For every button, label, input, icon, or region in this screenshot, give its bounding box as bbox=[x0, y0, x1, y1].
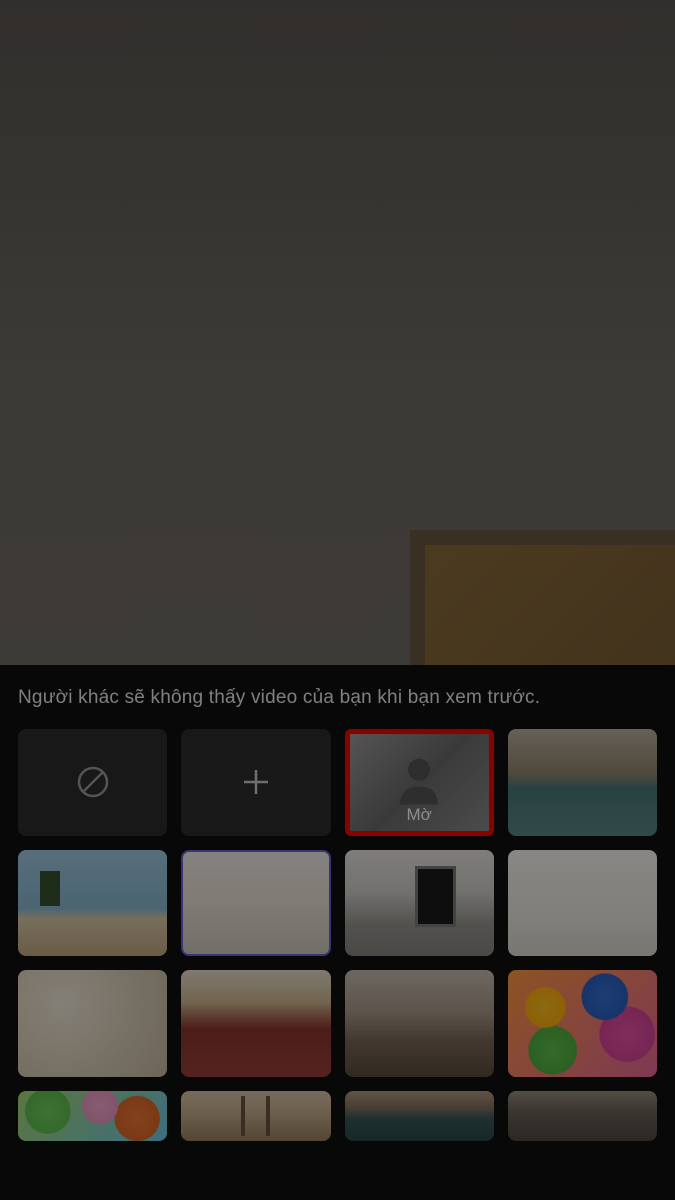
none-icon bbox=[75, 764, 111, 800]
preview-notice: Người khác sẽ không thấy video của bạn k… bbox=[18, 687, 657, 709]
bg-library-room-tile[interactable] bbox=[345, 1091, 494, 1141]
background-add-tile[interactable] bbox=[181, 729, 330, 836]
bg-balloons-party-tile[interactable] bbox=[18, 1091, 167, 1141]
bg-lounge-red-tile[interactable] bbox=[181, 970, 330, 1077]
camera-preview bbox=[0, 0, 675, 665]
bg-classroom-tile[interactable] bbox=[508, 1091, 657, 1141]
person-silhouette-icon bbox=[392, 751, 446, 805]
plus-icon bbox=[238, 764, 274, 800]
background-blur-tile[interactable]: Mờ bbox=[345, 729, 494, 836]
background-grid-partial bbox=[18, 1091, 657, 1141]
bg-loft-interior-tile[interactable] bbox=[345, 970, 494, 1077]
bg-mirror-room-tile[interactable] bbox=[345, 850, 494, 957]
bg-beach-palms-tile[interactable] bbox=[18, 850, 167, 957]
blur-label: Mờ bbox=[406, 805, 431, 825]
background-picker-panel: Người khác sẽ không thấy video của bạn k… bbox=[0, 665, 675, 1200]
bg-balloons-colorful-tile[interactable] bbox=[508, 970, 657, 1077]
background-none-tile[interactable] bbox=[18, 729, 167, 836]
background-grid: Mờ bbox=[18, 729, 657, 1077]
bg-office-lockers-tile[interactable] bbox=[508, 729, 657, 836]
bg-white-gallery-tile[interactable] bbox=[508, 850, 657, 957]
bg-white-room-tile[interactable] bbox=[181, 850, 330, 957]
bg-abstract-swirl-tile[interactable] bbox=[18, 970, 167, 1077]
bg-golden-bridge-tile[interactable] bbox=[181, 1091, 330, 1141]
